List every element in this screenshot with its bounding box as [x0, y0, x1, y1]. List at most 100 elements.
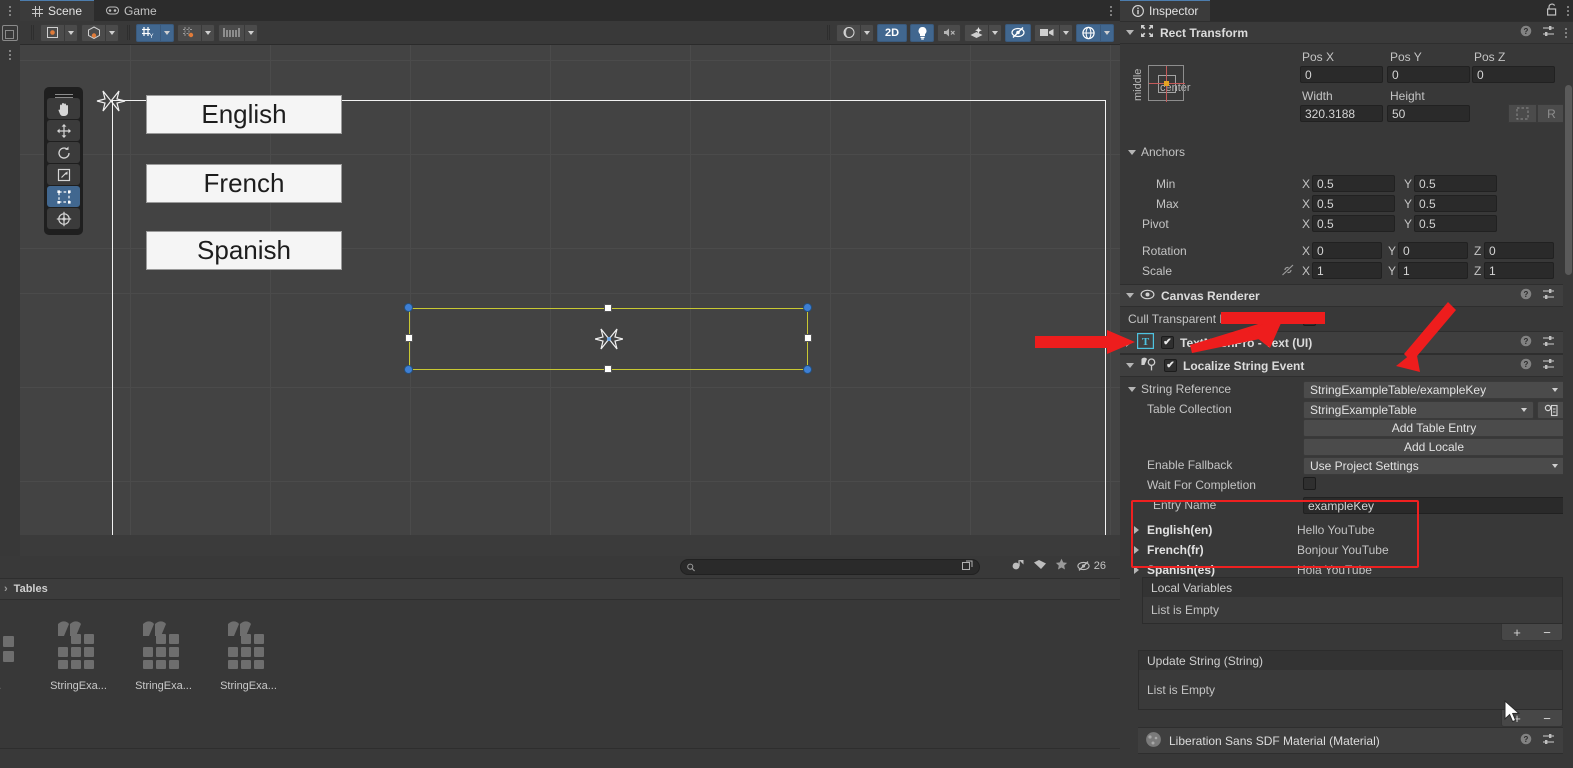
- update-string-header[interactable]: Update String (String): [1139, 651, 1562, 670]
- grid-snap-dropdown[interactable]: [201, 23, 215, 42]
- new-asset-icon[interactable]: [1011, 558, 1025, 574]
- scene-camera-dropdown[interactable]: [1059, 23, 1073, 42]
- component-header-localize-string-event[interactable]: Localize String Event ?: [1120, 354, 1573, 377]
- inspector-scrollbar[interactable]: [1563, 45, 1573, 768]
- ruler-group[interactable]: [218, 23, 258, 42]
- 2d-toggle-button[interactable]: 2D: [877, 23, 907, 42]
- rotation-x-field[interactable]: 0: [1312, 242, 1382, 259]
- grid-snap-button[interactable]: [177, 23, 201, 42]
- effects-group[interactable]: [964, 23, 1002, 42]
- table-collection-dropdown[interactable]: StringExampleTable: [1303, 401, 1534, 419]
- foldout-icon[interactable]: [1134, 566, 1139, 574]
- scene-visibility-button[interactable]: [1005, 23, 1031, 42]
- add-locale-button[interactable]: Add Locale: [1303, 438, 1565, 456]
- anchor-max-x-field[interactable]: 0.5: [1312, 195, 1395, 212]
- gizmos-button[interactable]: [1076, 23, 1100, 42]
- view-tool-dropdown[interactable]: [64, 23, 78, 42]
- draw-mode-group[interactable]: [81, 23, 119, 42]
- gizmos-dropdown[interactable]: [1100, 23, 1114, 42]
- rotation-z-field[interactable]: 0: [1484, 242, 1554, 259]
- hidden-assets-count[interactable]: 26: [1076, 560, 1106, 572]
- local-variables-header[interactable]: Local Variables: [1143, 578, 1562, 597]
- remove-button[interactable]: −: [1543, 711, 1551, 726]
- add-button[interactable]: +: [1513, 625, 1521, 640]
- help-icon[interactable]: ?: [1520, 335, 1532, 350]
- scene-camera-group[interactable]: [1034, 23, 1073, 42]
- resize-handle-bottom[interactable]: [604, 365, 612, 373]
- anchor-handle-tr[interactable]: [803, 303, 812, 312]
- shading-mode-button[interactable]: [836, 23, 860, 42]
- anchor-min-y-field[interactable]: 0.5: [1414, 175, 1497, 192]
- locale-row-french[interactable]: French(fr) Bonjour YouTube: [1120, 540, 1573, 560]
- breadcrumb[interactable]: › Tables: [0, 578, 1120, 600]
- preset-icon[interactable]: [1542, 335, 1555, 350]
- asset-item[interactable]: StringExa...: [41, 618, 116, 692]
- entry-name-field[interactable]: exampleKey: [1303, 497, 1565, 514]
- preset-icon[interactable]: [1542, 733, 1555, 748]
- rail-overflow-bottom[interactable]: [0, 44, 20, 66]
- pivot-y-field[interactable]: 0.5: [1414, 215, 1497, 232]
- component-header-textmeshpro[interactable]: T TextMeshPro - Text (UI) ?: [1120, 331, 1573, 354]
- string-reference-foldout[interactable]: String Reference: [1128, 382, 1231, 396]
- cull-transparent-mesh-checkbox[interactable]: [1303, 312, 1316, 326]
- rail-expand-button[interactable]: [0, 22, 20, 44]
- remove-button[interactable]: −: [1543, 625, 1551, 640]
- enable-fallback-dropdown[interactable]: Use Project Settings: [1303, 457, 1565, 475]
- scale-x-field[interactable]: 1: [1312, 262, 1382, 279]
- search-input[interactable]: [680, 559, 980, 575]
- snap-group[interactable]: [177, 23, 215, 42]
- foldout-icon[interactable]: [1126, 363, 1134, 368]
- rotate-tool-button[interactable]: [47, 142, 80, 163]
- resize-handle-right[interactable]: [804, 334, 812, 342]
- locale-row-spanish[interactable]: Spanish(es) Hola YouTube: [1120, 560, 1573, 580]
- gizmo-grid-group[interactable]: Y: [136, 23, 174, 42]
- locale-row-english[interactable]: English(en) Hello YouTube: [1120, 520, 1573, 540]
- asset-item[interactable]: StringExa...: [211, 618, 286, 692]
- blueprint-mode-button[interactable]: [1508, 104, 1537, 123]
- label-icon[interactable]: [1033, 559, 1047, 574]
- raw-edit-button[interactable]: R: [1537, 104, 1566, 123]
- pos-y-field[interactable]: 0: [1387, 66, 1470, 83]
- resize-handle-top[interactable]: [604, 304, 612, 312]
- wait-for-completion-checkbox[interactable]: [1303, 477, 1316, 490]
- anchor-handle-br[interactable]: [803, 365, 812, 374]
- tool-select-group[interactable]: [40, 23, 78, 42]
- anchor-handle-tl[interactable]: [404, 303, 413, 312]
- string-reference-dropdown[interactable]: StringExampleTable/exampleKey: [1303, 381, 1565, 399]
- foldout-icon[interactable]: [1134, 546, 1139, 554]
- pivot-x-field[interactable]: 0.5: [1312, 215, 1395, 232]
- preset-icon[interactable]: [1542, 288, 1555, 303]
- component-menu-icon[interactable]: [1565, 27, 1567, 38]
- tab-scene[interactable]: Scene: [20, 0, 95, 21]
- ruler-button[interactable]: [218, 23, 244, 42]
- component-header-canvas-renderer[interactable]: Canvas Renderer ?: [1120, 284, 1573, 307]
- grid-axis-button[interactable]: Y: [136, 23, 160, 42]
- anchor-handle-bl[interactable]: [404, 365, 413, 374]
- anchor-preset-widget[interactable]: [1148, 65, 1185, 102]
- shading-dropdown[interactable]: [860, 23, 874, 42]
- scrollbar-thumb[interactable]: [1565, 85, 1572, 275]
- ruler-dropdown[interactable]: [244, 23, 258, 42]
- scene-panel-menu[interactable]: [1102, 0, 1120, 21]
- local-variables-addremove-buttons[interactable]: + −: [1501, 624, 1563, 641]
- scene-button-english[interactable]: English: [146, 95, 342, 134]
- selected-object-rect[interactable]: [409, 308, 808, 370]
- help-icon[interactable]: ?: [1520, 358, 1532, 373]
- draw-mode-dropdown[interactable]: [105, 23, 119, 42]
- transform-tool-button[interactable]: [47, 208, 80, 229]
- localize-string-event-enabled-checkbox[interactable]: [1164, 359, 1177, 372]
- rotation-y-field[interactable]: 0: [1398, 242, 1468, 259]
- lock-icon[interactable]: [1546, 3, 1558, 19]
- audio-toggle-button[interactable]: [937, 23, 961, 42]
- foldout-icon[interactable]: [1126, 338, 1131, 347]
- foldout-icon[interactable]: [1126, 30, 1134, 35]
- constrain-proportions-icon[interactable]: [1281, 264, 1295, 279]
- rect-tool-button[interactable]: [47, 186, 80, 207]
- scene-viewport[interactable]: English French Spanish: [20, 45, 1120, 556]
- move-tool-button[interactable]: [47, 120, 80, 141]
- shading-group[interactable]: [836, 23, 874, 42]
- search-input-field[interactable]: [699, 561, 958, 573]
- rail-overflow-top[interactable]: [0, 0, 20, 22]
- width-field[interactable]: 320.3188: [1300, 105, 1383, 122]
- scene-button-spanish[interactable]: Spanish: [146, 231, 342, 270]
